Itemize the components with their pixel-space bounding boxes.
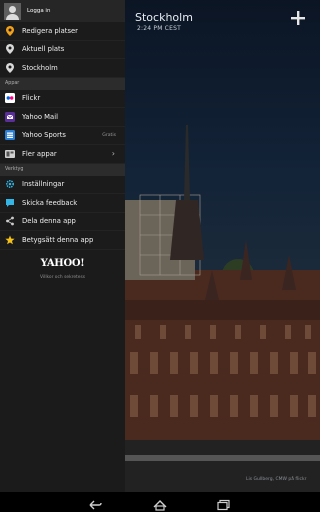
local-time: 2:24 PM CEST — [137, 25, 181, 32]
terms-link[interactable]: Villkor och sekretess — [0, 275, 125, 280]
flickr-label: Flickr — [22, 94, 41, 103]
more-apps-item[interactable]: Fler appar › — [0, 145, 125, 164]
system-navigation-bar — [0, 492, 320, 512]
sign-in-label: Logga in — [27, 8, 51, 14]
yahoo-sports-label: Yahoo Sports — [22, 131, 66, 140]
mail-icon — [5, 111, 15, 122]
tools-section-header: Verktyg — [0, 163, 125, 176]
recent-apps-button[interactable] — [216, 496, 232, 511]
yahoo-mail-label: Yahoo Mail — [22, 112, 58, 121]
share-icon — [5, 216, 15, 226]
location-pin-icon — [5, 25, 15, 36]
sports-icon — [5, 130, 15, 141]
stockholm-location-item[interactable]: Stockholm — [0, 59, 125, 78]
feedback-icon — [5, 198, 15, 208]
settings-item[interactable]: Inställningar — [0, 176, 125, 194]
more-apps-label: Fler appar — [22, 149, 57, 158]
chevron-right-icon: › — [111, 149, 115, 159]
star-icon — [5, 235, 15, 245]
gear-icon — [5, 179, 15, 189]
back-icon — [89, 500, 102, 510]
sign-in-row[interactable]: Logga in — [0, 0, 125, 22]
avatar — [4, 2, 21, 20]
current-location-item[interactable]: Aktuell plats — [0, 41, 125, 59]
recent-apps-icon — [217, 499, 230, 511]
photo-credit: Lis Gullberg, CMW på flickr — [246, 477, 307, 482]
city-name: Stockholm — [135, 11, 193, 24]
edit-locations-label: Redigera platser — [22, 26, 78, 35]
send-feedback-item[interactable]: Skicka feedback — [0, 194, 125, 213]
share-app-label: Dela denna app — [22, 217, 76, 226]
location-pin-icon — [5, 44, 15, 55]
more-apps-icon — [5, 149, 15, 159]
stockholm-location-label: Stockholm — [22, 63, 58, 72]
back-button[interactable] — [87, 496, 103, 510]
settings-label: Inställningar — [22, 180, 65, 189]
plus-icon — [291, 11, 305, 25]
navigation-drawer: Logga in Redigera platser Aktuell plats … — [0, 0, 125, 492]
send-feedback-label: Skicka feedback — [22, 198, 78, 207]
location-pin-icon — [5, 62, 15, 73]
edit-locations-item[interactable]: Redigera platser — [0, 22, 125, 41]
rate-app-item[interactable]: Betygsätt denna app — [0, 231, 125, 250]
free-badge: Gratis — [102, 132, 116, 138]
add-location-button[interactable] — [287, 7, 309, 29]
current-location-label: Aktuell plats — [22, 45, 65, 54]
home-icon — [153, 500, 167, 511]
apps-section-header: Appar — [0, 77, 125, 90]
yahoo-logo: YAHOO! — [40, 257, 85, 269]
home-button[interactable] — [152, 496, 168, 511]
rate-app-label: Betygsätt denna app — [22, 235, 94, 244]
share-app-item[interactable]: Dela denna app — [0, 213, 125, 231]
yahoo-sports-app-item[interactable]: Yahoo Sports Gratis — [0, 127, 125, 145]
yahoo-mail-app-item[interactable]: Yahoo Mail — [0, 108, 125, 127]
flickr-app-item[interactable]: Flickr — [0, 90, 125, 108]
flickr-icon — [5, 93, 15, 104]
